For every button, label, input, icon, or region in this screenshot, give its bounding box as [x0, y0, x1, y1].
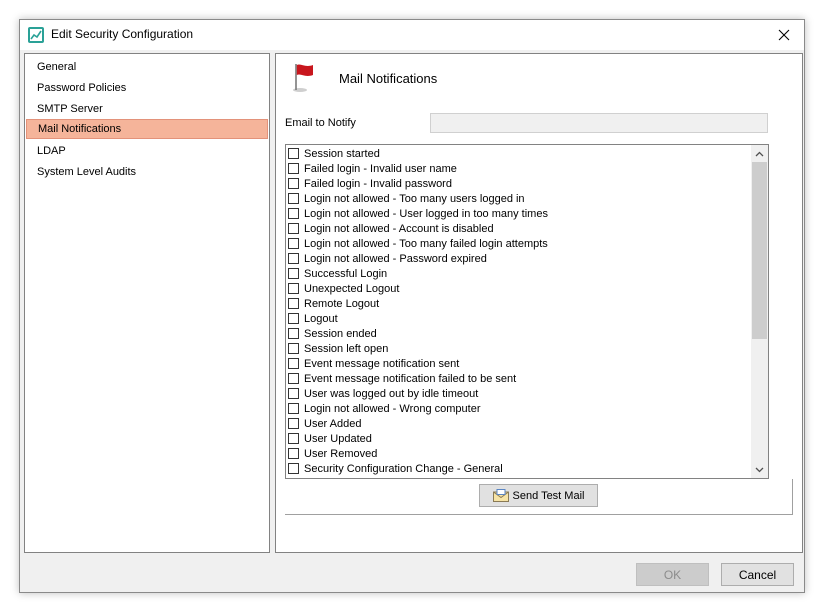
sidebar-item-general[interactable]: General [26, 57, 268, 77]
list-item-label: Unexpected Logout [304, 283, 400, 295]
checkbox[interactable] [288, 463, 299, 474]
divider [285, 514, 793, 515]
checkbox[interactable] [288, 148, 299, 159]
list-item-label: Successful Login [304, 268, 388, 280]
section-title: Mail Notifications [339, 71, 438, 86]
list-item-label: User Removed [304, 448, 378, 460]
list-item-label: Remote Logout [304, 298, 380, 310]
list-item-label: Session started [304, 148, 380, 160]
list-item[interactable]: Event message notification failed to be … [288, 372, 516, 387]
checkbox[interactable] [288, 298, 299, 309]
checkbox[interactable] [288, 403, 299, 414]
checkbox[interactable] [288, 328, 299, 339]
list-item[interactable]: User Added [288, 417, 361, 432]
scroll-thumb[interactable] [752, 162, 767, 339]
sidebar-item-system-level-audits[interactable]: System Level Audits [26, 162, 268, 182]
list-item[interactable]: Login not allowed - Too many failed logi… [288, 237, 548, 252]
app-icon [28, 27, 44, 43]
checkbox[interactable] [288, 433, 299, 444]
list-item[interactable]: Event message notification sent [288, 357, 459, 372]
checkbox[interactable] [288, 208, 299, 219]
sidebar-item-mail-notifications[interactable]: Mail Notifications [26, 119, 268, 139]
email-field[interactable] [430, 113, 768, 133]
send-test-mail-label: Send Test Mail [512, 489, 585, 502]
list-item-label: Login not allowed - Wrong computer [304, 403, 481, 415]
email-label: Email to Notify [285, 117, 356, 129]
list-item[interactable]: Security Configuration Change - General [288, 462, 503, 477]
list-item-label: Login not allowed - Too many failed logi… [304, 238, 548, 250]
list-item-label: Login not allowed - Account is disabled [304, 223, 494, 235]
list-item-label: Session left open [304, 343, 389, 355]
category-list[interactable]: General Password Policies SMTP Server Ma… [24, 53, 270, 553]
list-item-label: User Updated [304, 433, 372, 445]
list-item-label: User was logged out by idle timeout [304, 388, 479, 400]
checkbox[interactable] [288, 373, 299, 384]
sidebar-item-smtp-server[interactable]: SMTP Server [26, 99, 268, 119]
list-item[interactable]: Remote Logout [288, 297, 379, 312]
list-item-label: Security Configuration Change - General [304, 463, 503, 475]
list-item[interactable]: Successful Login [288, 267, 387, 282]
list-item-label: Failed login - Invalid password [304, 178, 452, 190]
checkbox[interactable] [288, 283, 299, 294]
checkbox[interactable] [288, 223, 299, 234]
cancel-button[interactable]: Cancel [721, 563, 794, 586]
checkbox[interactable] [288, 253, 299, 264]
list-item[interactable]: Login not allowed - Too many users logge… [288, 192, 525, 207]
close-button[interactable] [764, 20, 804, 50]
scroll-down-button[interactable] [751, 461, 768, 478]
divider [792, 479, 793, 515]
list-item-label: Login not allowed - User logged in too m… [304, 208, 548, 220]
sidebar-item-ldap[interactable]: LDAP [26, 141, 268, 161]
checkbox[interactable] [288, 343, 299, 354]
settings-panel: Mail Notifications Email to Notify Sessi… [275, 53, 803, 553]
list-item[interactable]: User Removed [288, 447, 377, 462]
sidebar-item-password-policies[interactable]: Password Policies [26, 78, 268, 98]
checkbox[interactable] [288, 193, 299, 204]
checkbox[interactable] [288, 388, 299, 399]
close-icon [778, 29, 790, 41]
list-item[interactable]: User Updated [288, 432, 372, 447]
checkbox[interactable] [288, 313, 299, 324]
title-bar[interactable]: Edit Security Configuration [20, 20, 804, 50]
window-title: Edit Security Configuration [51, 27, 194, 41]
list-item[interactable]: Login not allowed - Password expired [288, 252, 487, 267]
list-item-label: Event message notification sent [304, 358, 460, 370]
list-item[interactable]: Session started [288, 147, 380, 162]
checkbox[interactable] [288, 163, 299, 174]
list-item-label: Logout [304, 313, 338, 325]
checkbox[interactable] [288, 358, 299, 369]
red-flag-icon [293, 64, 313, 92]
vertical-scrollbar[interactable] [751, 145, 768, 478]
ok-button[interactable]: OK [636, 563, 709, 586]
list-item-label: User Added [304, 418, 362, 430]
notification-list[interactable]: Session started Failed login - Invalid u… [285, 144, 769, 479]
list-item[interactable]: User was logged out by idle timeout [288, 387, 478, 402]
checkbox[interactable] [288, 238, 299, 249]
list-item[interactable]: Failed login - Invalid password [288, 177, 452, 192]
list-item-label: Event message notification failed to be … [304, 373, 517, 385]
checkbox[interactable] [288, 418, 299, 429]
chevron-down-icon [755, 467, 764, 472]
scroll-up-button[interactable] [751, 145, 768, 162]
list-item-label: Failed login - Invalid user name [304, 163, 457, 175]
list-item[interactable]: Failed login - Invalid user name [288, 162, 457, 177]
list-item-label: Login not allowed - Too many users logge… [304, 193, 525, 205]
list-item[interactable]: Login not allowed - Account is disabled [288, 222, 494, 237]
envelope-icon [492, 489, 509, 502]
list-item[interactable]: Logout [288, 312, 338, 327]
checkbox[interactable] [288, 268, 299, 279]
dialog-window: Edit Security Configuration General Pass… [19, 19, 805, 593]
list-item[interactable]: Session left open [288, 342, 388, 357]
list-item[interactable]: Login not allowed - Wrong computer [288, 402, 481, 417]
checkbox[interactable] [288, 178, 299, 189]
list-item-label: Session ended [304, 328, 377, 340]
chevron-up-icon [755, 151, 764, 156]
list-item-label: Login not allowed - Password expired [304, 253, 487, 265]
list-item[interactable]: Session ended [288, 327, 377, 342]
send-test-mail-button[interactable]: Send Test Mail [479, 484, 598, 507]
list-item[interactable]: Login not allowed - User logged in too m… [288, 207, 548, 222]
list-item[interactable]: Unexpected Logout [288, 282, 399, 297]
checkbox[interactable] [288, 448, 299, 459]
